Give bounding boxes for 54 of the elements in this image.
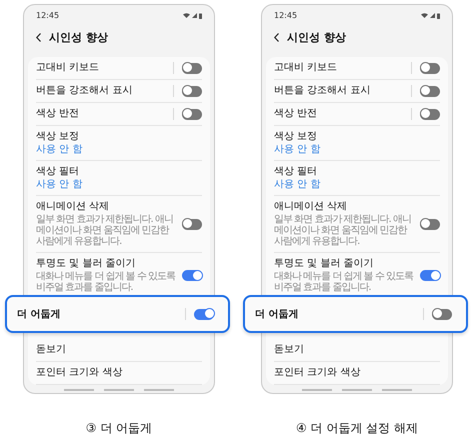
setting-description: 대화나 메뉴를 더 쉽게 볼 수 있도록 비주얼 효과를 줄입니다. — [36, 271, 176, 293]
toggle-switch[interactable] — [420, 108, 440, 120]
setting-title: 색상 보정 — [274, 131, 318, 143]
setting-title: 색상 보정 — [36, 131, 80, 143]
toggle-switch[interactable] — [420, 270, 440, 281]
setting-title: 돋보기 — [36, 344, 67, 356]
page-title: 시인성 향상 — [287, 30, 346, 45]
toggle-switch[interactable] — [432, 308, 452, 320]
setting-status: 사용 안 함 — [274, 144, 322, 155]
setting-title: 애니메이션 삭제 — [36, 201, 110, 213]
toggle-switch[interactable] — [182, 270, 202, 281]
setting-status: 사용 안 함 — [36, 144, 84, 155]
setting-title: 고대비 키보드 — [274, 62, 338, 74]
setting-title: 애니메이션 삭제 — [274, 201, 348, 213]
setting-description: 일부 화면 효과가 제한됩니다. 애니메이션이나 화면 움직임에 민감한 사람에게 유용합니다. — [36, 214, 174, 247]
setting-title: 더 어둡게 — [255, 308, 300, 321]
status-time: 12:45 — [274, 11, 298, 20]
setting-description: 대화나 메뉴를 더 쉽게 볼 수 있도록 비주얼 효과를 줄입니다. — [274, 271, 414, 293]
toggle-switch[interactable] — [420, 62, 440, 74]
setting-title: 색상 반전 — [274, 108, 318, 120]
toggle-switch[interactable] — [420, 86, 440, 96]
signal-icon — [192, 13, 197, 18]
setting-description: 일부 화면 효과가 제한됩니다. 애니메이션이나 화면 움직임에 민감한 사람에게 유용합니다. — [274, 214, 412, 247]
page-title: 시인성 향상 — [49, 30, 108, 45]
toggle-switch[interactable] — [182, 62, 202, 74]
setting-status: 사용 안 함 — [36, 179, 84, 190]
back-icon[interactable] — [274, 33, 279, 42]
signal-icon — [430, 13, 435, 18]
setting-title: 투명도 및 블러 줄이기 — [274, 258, 375, 270]
setting-title: 더 어둡게 — [17, 308, 62, 321]
setting-title: 버튼을 강조해서 표시 — [274, 85, 372, 97]
caption: ④ 더 어둡게 설정 해제 — [296, 420, 418, 437]
wifi-icon — [183, 13, 190, 18]
setting-title: 색상 반전 — [36, 108, 80, 120]
toggle-switch[interactable] — [420, 218, 440, 230]
toggle-switch[interactable] — [182, 218, 202, 230]
battery-icon — [199, 12, 202, 18]
setting-title: 버튼을 강조해서 표시 — [36, 85, 134, 97]
setting-title: 포인터 크기와 색상 — [36, 367, 124, 379]
battery-icon — [437, 12, 440, 18]
caption: ③ 더 어둡게 — [86, 420, 152, 437]
setting-title: 고대비 키보드 — [36, 62, 100, 74]
toggle-switch[interactable] — [182, 86, 202, 96]
setting-title: 색상 필터 — [274, 166, 318, 178]
setting-title: 돋보기 — [274, 344, 305, 356]
setting-title: 포인터 크기와 색상 — [274, 367, 362, 379]
toggle-switch[interactable] — [182, 108, 202, 120]
wifi-icon — [421, 13, 428, 18]
back-icon[interactable] — [36, 33, 41, 42]
setting-title: 색상 필터 — [36, 166, 80, 178]
toggle-switch[interactable] — [194, 308, 214, 320]
setting-status: 사용 안 함 — [274, 179, 322, 190]
status-time: 12:45 — [36, 11, 60, 20]
setting-title: 투명도 및 블러 줄이기 — [36, 258, 137, 270]
